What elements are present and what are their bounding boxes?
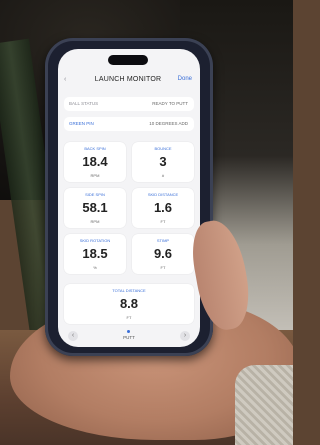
metric-value: 18.4: [82, 154, 108, 169]
metric-label: SKID DISTANCE: [147, 192, 179, 197]
metric-value: 9.6: [153, 246, 173, 261]
metric-label: BACK SPIN: [84, 146, 106, 151]
metric-label: STIMP: [156, 238, 170, 243]
metric-label: TOTAL DISTANCE: [112, 288, 146, 293]
metric-label: BOUNCE: [154, 146, 172, 151]
metric-unit: #: [161, 173, 165, 178]
metric-value: 3: [159, 154, 167, 169]
metric-label: SKID ROTATION: [79, 238, 111, 243]
dynamic-island: [108, 55, 148, 65]
metric-card-total-distance: TOTAL DISTANCE 8.8 FT: [64, 284, 194, 324]
metric-card-skid-distance: SKID DISTANCE 1.6 FT: [132, 188, 194, 228]
metric-value: 1.6: [153, 200, 173, 215]
page-indicator-dot: [127, 330, 130, 333]
page-footer: ‹ PUTT ›: [58, 329, 200, 347]
metric-unit: FT: [126, 315, 132, 320]
phone-screen: ‹ LAUNCH MONITOR Done BALL STATUS READY …: [58, 49, 200, 347]
metric-value: 8.8: [119, 296, 139, 311]
app-header: ‹ LAUNCH MONITOR Done: [58, 73, 200, 89]
metric-unit: FT: [160, 265, 166, 270]
photo-scene: ‹ LAUNCH MONITOR Done BALL STATUS READY …: [0, 0, 293, 445]
page-label: PUTT: [123, 335, 135, 340]
ball-status-row: BALL STATUS READY TO PUTT: [64, 97, 194, 111]
done-button[interactable]: Done: [178, 76, 192, 82]
metric-unit: RPM: [90, 173, 100, 178]
green-pin-value: 10 DEGREES ADD: [149, 121, 188, 126]
green-pin-label: GREEN PIN: [69, 121, 94, 126]
metric-card-skid-rotation: SKID ROTATION 18.5 %: [64, 234, 126, 274]
metric-unit: FT: [160, 219, 166, 224]
next-page-button[interactable]: ›: [180, 331, 190, 341]
metric-value: 58.1: [82, 200, 108, 215]
phone-device: ‹ LAUNCH MONITOR Done BALL STATUS READY …: [45, 38, 213, 356]
ball-status-label: BALL STATUS: [69, 101, 99, 106]
metric-card-stimp: STIMP 9.6 FT: [132, 234, 194, 274]
metric-unit: %: [93, 265, 97, 270]
back-button[interactable]: ‹: [64, 76, 66, 83]
metric-card-bounce: BOUNCE 3 #: [132, 142, 194, 182]
green-pin-row[interactable]: GREEN PIN 10 DEGREES ADD: [64, 117, 194, 131]
sleeve: [235, 365, 293, 445]
metric-value: 18.5: [82, 246, 108, 261]
metric-unit: RPM: [90, 219, 100, 224]
metric-card-side-spin: SIDE SPIN 58.1 RPM: [64, 188, 126, 228]
page-title: LAUNCH MONITOR: [94, 76, 162, 83]
metric-label: SIDE SPIN: [85, 192, 105, 197]
metric-card-back-spin: BACK SPIN 18.4 RPM: [64, 142, 126, 182]
ball-status-value: READY TO PUTT: [152, 101, 188, 106]
